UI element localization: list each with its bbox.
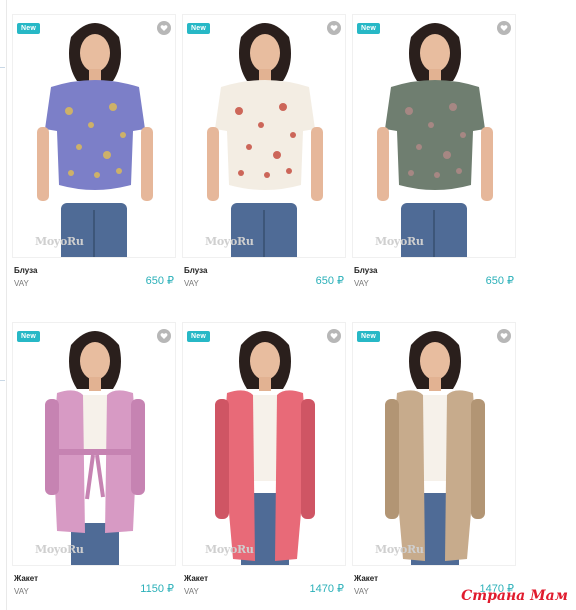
product-price: 1150 ₽	[140, 583, 174, 595]
new-badge: New	[187, 23, 210, 34]
heart-icon[interactable]	[157, 21, 171, 35]
new-badge: New	[187, 331, 210, 342]
product-title[interactable]: Блуза	[184, 266, 207, 275]
product-title[interactable]: Блуза	[14, 266, 37, 275]
brand-watermark: MoyoRu	[35, 543, 84, 556]
product-card[interactable]: New MoyoRu Блуза VAY 650 ₽	[182, 14, 346, 288]
product-photo[interactable]: New MoyoRu	[182, 322, 346, 566]
brand-watermark: MoyoRu	[205, 543, 254, 556]
product-photo[interactable]: New MoyoRu	[12, 14, 176, 258]
product-brand: VAY	[14, 587, 29, 596]
product-price: 650 ₽	[315, 275, 344, 287]
product-title[interactable]: Блуза	[354, 266, 377, 275]
left-divider-tick	[0, 380, 5, 381]
product-price: 1470 ₽	[309, 583, 344, 595]
page-left-edge	[0, 0, 7, 610]
product-title[interactable]: Жакет	[354, 574, 378, 583]
heart-icon[interactable]	[497, 21, 511, 35]
new-badge: New	[17, 23, 40, 34]
product-title[interactable]: Жакет	[14, 574, 38, 583]
product-price: 650 ₽	[145, 275, 174, 287]
product-price: 650 ₽	[485, 275, 514, 287]
product-brand: VAY	[354, 279, 369, 288]
new-badge: New	[17, 331, 40, 342]
brand-watermark: MoyoRu	[375, 235, 424, 248]
product-card[interactable]: New MoyoRu Блуза VAY 650 ₽	[352, 14, 516, 288]
product-card[interactable]: New MoyoRu Жакет VAY 1150 ₽	[12, 322, 176, 596]
heart-icon[interactable]	[497, 329, 511, 343]
heart-icon[interactable]	[157, 329, 171, 343]
product-photo[interactable]: New MoyoRu	[352, 14, 516, 258]
product-card[interactable]: New MoyoRu Жакет VAY 1470 ₽	[182, 322, 346, 596]
product-card[interactable]: New MoyoRu Блуза VAY 650 ₽	[12, 14, 176, 288]
heart-icon[interactable]	[327, 329, 341, 343]
new-badge: New	[357, 331, 380, 342]
product-brand: VAY	[184, 279, 199, 288]
product-photo[interactable]: New MoyoRu	[352, 322, 516, 566]
product-brand: VAY	[354, 587, 369, 596]
product-title[interactable]: Жакет	[184, 574, 208, 583]
new-badge: New	[357, 23, 380, 34]
product-brand: VAY	[184, 587, 199, 596]
heart-icon[interactable]	[327, 21, 341, 35]
brand-watermark: MoyoRu	[35, 235, 84, 248]
left-divider-tick	[0, 67, 5, 68]
site-logo-watermark: Страна Мам	[461, 588, 568, 604]
product-photo[interactable]: New MoyoRu	[182, 14, 346, 258]
product-photo[interactable]: New MoyoRu	[12, 322, 176, 566]
brand-watermark: MoyoRu	[205, 235, 254, 248]
brand-watermark: MoyoRu	[375, 543, 424, 556]
product-brand: VAY	[14, 279, 29, 288]
product-card[interactable]: New MoyoRu Жакет VAY 1470 ₽	[352, 322, 516, 596]
